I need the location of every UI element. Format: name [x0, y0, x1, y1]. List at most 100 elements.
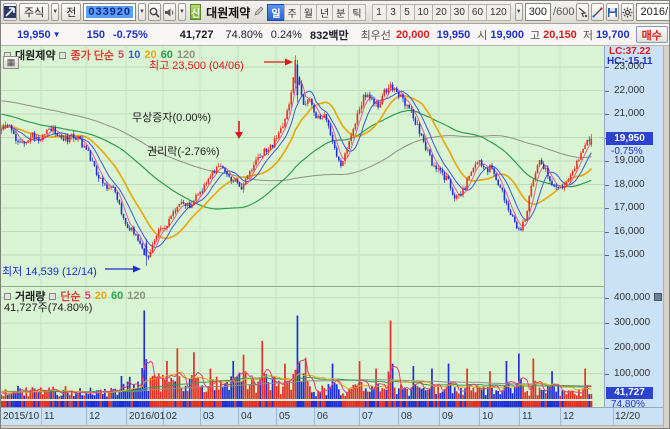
chart-region: LC:37.22 HC:-15.11 23,00022,00021,00020,… — [1, 46, 670, 429]
turnover-pct: 0.24% — [271, 29, 302, 41]
market-chevron-down-icon[interactable]: ▼ — [51, 3, 59, 21]
axis-tick — [605, 374, 609, 375]
period-button-년[interactable]: 년 — [316, 4, 333, 21]
minute-button-5[interactable]: 5 — [400, 4, 415, 21]
low-price: 19,700 — [596, 29, 630, 41]
main-chart-canvas[interactable] — [1, 46, 604, 286]
market-type-select[interactable]: 주식 — [19, 3, 49, 21]
time-axis[interactable]: 2015/1011122016/010203040506070809101112… — [1, 407, 663, 425]
code-input[interactable]: 033920 — [83, 3, 136, 21]
fit-chart-button[interactable]: ▦ — [3, 56, 19, 69]
speaker-chevron-down-icon[interactable]: ▼ — [178, 3, 186, 21]
window-icon[interactable] — [3, 3, 17, 21]
open-label: 시 — [477, 27, 487, 43]
time-axis-separator — [398, 408, 399, 426]
time-label-2015/10: 2015/10 — [3, 411, 39, 422]
prev-label: 전 — [66, 4, 76, 20]
bar-count-input[interactable]: 300 — [525, 3, 551, 21]
time-label-12/20: 12/20 — [615, 411, 640, 422]
price-label-15000: 15,000 — [614, 249, 645, 260]
save-icon[interactable] — [606, 3, 619, 21]
axis-tick — [605, 232, 609, 233]
volume-ratio: 74.80% — [225, 29, 262, 41]
new-listing-badge: 신 — [190, 4, 201, 20]
legend-checkbox[interactable] — [59, 52, 66, 59]
price-label-23000: 23,000 — [614, 61, 645, 72]
bar-count-value: 300 — [529, 6, 547, 18]
time-label-07: 07 — [362, 411, 373, 422]
price-axis[interactable]: LC:37.22 HC:-15.11 23,00022,00021,00020,… — [604, 46, 663, 407]
code-value: 033920 — [86, 6, 133, 18]
high-label: 고 — [530, 27, 540, 43]
current-volume-badge: 41,727 — [606, 387, 653, 399]
legend-ma-type: 종가 단순 — [70, 47, 114, 63]
time-axis-separator — [560, 408, 561, 426]
speaker-icon[interactable] — [163, 3, 176, 21]
minute-button-1[interactable]: 1 — [372, 4, 387, 21]
time-axis-separator — [126, 408, 127, 426]
time-label-05: 05 — [279, 411, 290, 422]
toolbar: 주식 ▼ 전 033920 ▼ ▼ 신 대원제약 일주월년분틱 13510203… — [1, 1, 670, 24]
prev-button[interactable]: 전 — [61, 3, 81, 21]
period-button-분[interactable]: 분 — [332, 4, 349, 21]
volume-pane-icon[interactable] — [654, 293, 662, 301]
edit-pencil-icon[interactable] — [254, 5, 264, 19]
axis-tick — [605, 348, 609, 349]
buy-button[interactable]: 매수 — [636, 26, 668, 43]
vol-label-200000: 200,000 — [614, 342, 650, 353]
time-axis-separator — [276, 408, 277, 426]
period-button-일[interactable]: 일 — [267, 4, 284, 21]
time-label-2016/01: 2016/01 — [129, 411, 165, 422]
minute-buttons: 13510203060120 — [373, 4, 511, 21]
date-input[interactable]: 2016/12/20 — [636, 3, 670, 21]
vol-label-400000: 400,000 — [614, 292, 650, 303]
time-label-02: 02 — [166, 411, 177, 422]
price-change: 150 — [87, 29, 105, 41]
best-bid: 19,950 — [437, 29, 471, 41]
line-tool-icon[interactable] — [591, 3, 604, 21]
time-axis-separator — [613, 408, 614, 426]
minute-button-3[interactable]: 3 — [386, 4, 401, 21]
low-label: 저 — [583, 27, 593, 43]
legend-ma-120: 120 — [127, 290, 145, 302]
period-button-틱[interactable]: 틱 — [348, 4, 365, 21]
current-price-pct: -0.75% — [611, 146, 643, 157]
price-label-22000: 22,000 — [614, 85, 645, 96]
period-button-월[interactable]: 월 — [300, 4, 317, 21]
price-label-16000: 16,000 — [614, 226, 645, 237]
quote-row: 19,950 ▼ 150 -0.75% 41,727 74.80% 0.24% … — [1, 24, 670, 46]
time-label-10: 10 — [482, 411, 493, 422]
time-label-08: 08 — [401, 411, 412, 422]
price-label-17000: 17,000 — [614, 202, 645, 213]
minute-button-120[interactable]: 120 — [486, 4, 511, 21]
vol-label-300000: 300,000 — [614, 317, 650, 328]
code-chevron-down-icon[interactable]: ▼ — [138, 3, 146, 21]
right-frame — [663, 46, 670, 429]
trade-value: 832백만 — [310, 27, 349, 43]
period-button-주[interactable]: 주 — [284, 4, 301, 21]
time-label-03: 03 — [203, 411, 214, 422]
axis-tick — [605, 298, 609, 299]
annotation-low: 최저 14,539 (12/14) — [2, 263, 97, 279]
minute-button-60[interactable]: 60 — [468, 4, 487, 21]
settings-gear-icon[interactable] — [621, 3, 634, 21]
current-price-badge: 19,950 — [606, 132, 653, 145]
annotation-ex-rights: 권리락(-2.76%) — [147, 143, 220, 159]
axis-tick — [605, 255, 609, 256]
minute-chevron-down-icon[interactable]: ▼ — [515, 3, 523, 21]
time-axis-separator — [479, 408, 480, 426]
search-icon[interactable] — [148, 3, 161, 21]
best-ask: 20,000 — [396, 29, 430, 41]
down-triangle-icon: ▼ — [53, 30, 61, 39]
axis-tick — [605, 114, 609, 115]
time-axis-separator — [238, 408, 239, 426]
price-label-18000: 18,000 — [614, 179, 645, 190]
cursor-tool-icon[interactable] — [576, 3, 589, 21]
legend-ma-60: 60 — [111, 290, 123, 302]
minute-button-30[interactable]: 30 — [450, 4, 469, 21]
minute-button-20[interactable]: 20 — [432, 4, 451, 21]
stock-name: 대원제약 — [206, 4, 250, 21]
time-axis-separator — [41, 408, 42, 426]
minute-button-10[interactable]: 10 — [414, 4, 433, 21]
time-label-09: 09 — [442, 411, 453, 422]
